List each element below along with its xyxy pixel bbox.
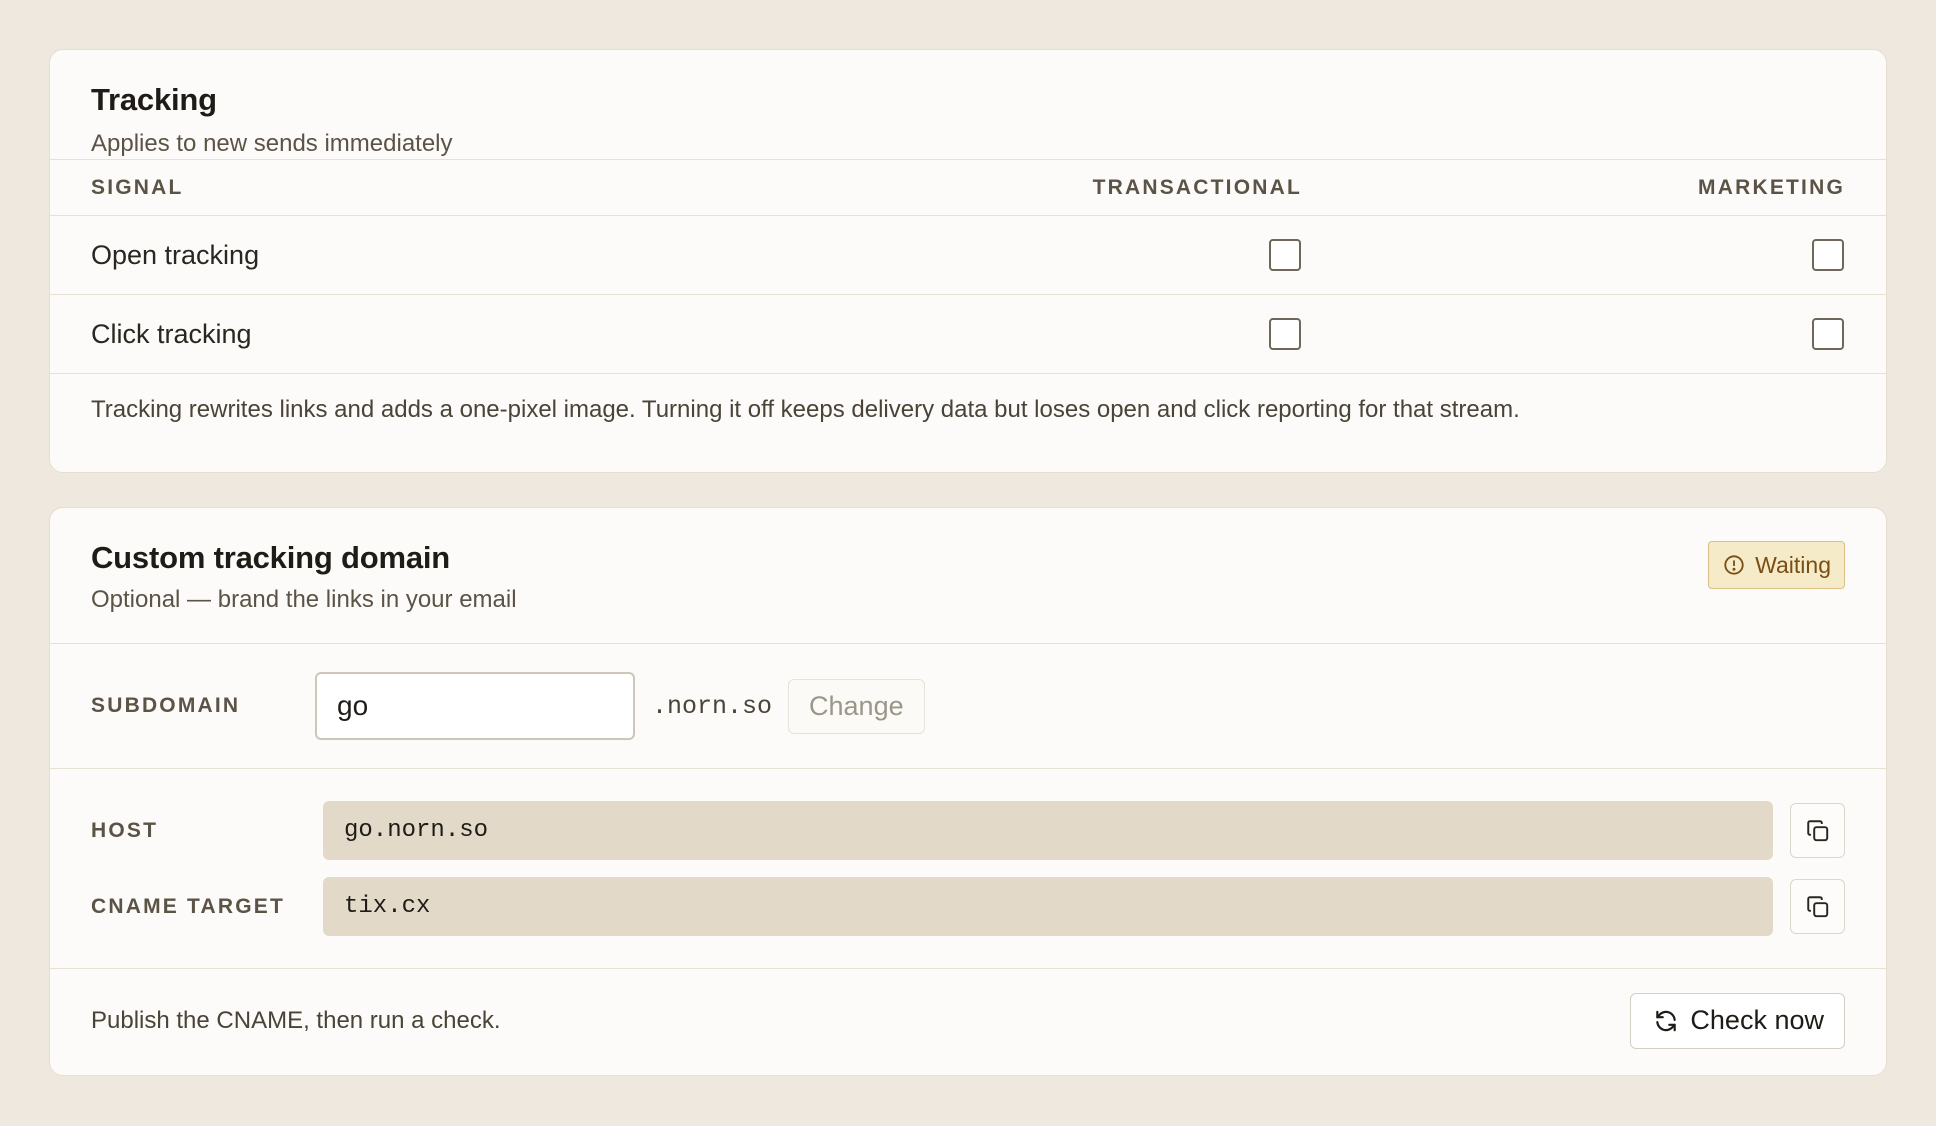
subdomain-row: SUBDOMAIN .norn.so Change: [50, 643, 1886, 768]
custom-domain-footer: Publish the CNAME, then run a check. Che…: [50, 968, 1886, 1072]
copy-host-button[interactable]: [1790, 803, 1845, 858]
row-label: Open tracking: [91, 239, 260, 270]
check-now-label: Check now: [1690, 1005, 1824, 1035]
custom-domain-title: Custom tracking domain: [91, 540, 451, 575]
open-tracking-marketing-checkbox[interactable]: [1812, 239, 1844, 271]
tracking-table-header: SIGNAL TRANSACTIONAL MARKETING: [50, 159, 1886, 215]
column-header-marketing: MARKETING: [1698, 175, 1845, 199]
record-label: CNAME TARGET: [91, 894, 286, 918]
alert-circle-icon: [1724, 555, 1744, 575]
transactional-cell: [1042, 318, 1302, 350]
table-row-open-tracking: Open tracking: [50, 215, 1886, 294]
transactional-cell: [1042, 239, 1302, 271]
custom-domain-subtitle: Optional — brand the links in your email: [91, 586, 517, 613]
tracking-title: Tracking: [91, 82, 217, 117]
click-tracking-transactional-checkbox[interactable]: [1269, 318, 1301, 350]
refresh-icon: [1656, 1010, 1677, 1031]
click-tracking-marketing-checkbox[interactable]: [1812, 318, 1844, 350]
tracking-header: Tracking Applies to new sends immediatel…: [50, 50, 1886, 159]
custom-domain-header: Custom tracking domain Optional — brand …: [50, 508, 1886, 643]
marketing-cell: [1302, 239, 1845, 271]
tracking-card: Tracking Applies to new sends immediatel…: [49, 49, 1887, 473]
row-label: Click tracking: [91, 318, 252, 349]
status-badge: Waiting: [1708, 541, 1845, 589]
change-button[interactable]: Change: [788, 678, 925, 734]
host-value: go.norn.so: [323, 801, 1773, 860]
copy-icon: [1806, 895, 1828, 917]
footer-text: Publish the CNAME, then run a check.: [91, 1006, 501, 1034]
subdomain-input[interactable]: [315, 672, 635, 740]
copy-cname-button[interactable]: [1790, 879, 1845, 934]
page: Tracking Applies to new sends immediatel…: [0, 0, 1936, 1126]
record-row-host: HOST go.norn.so: [91, 801, 1845, 860]
open-tracking-transactional-checkbox[interactable]: [1269, 239, 1301, 271]
subdomain-label: SUBDOMAIN: [91, 694, 241, 717]
marketing-cell: [1302, 318, 1845, 350]
record-label: HOST: [91, 818, 159, 842]
dns-records: HOST go.norn.so CNAME TARGET tix.cx: [50, 768, 1886, 968]
subdomain-suffix: .norn.so: [652, 691, 773, 721]
tracking-subtitle: Applies to new sends immediately: [91, 130, 453, 157]
status-badge-label: Waiting: [1755, 551, 1831, 578]
copy-icon: [1806, 819, 1828, 841]
column-header-transactional: TRANSACTIONAL: [1092, 175, 1302, 199]
custom-domain-card: Custom tracking domain Optional — brand …: [49, 507, 1887, 1076]
table-row-click-tracking: Click tracking: [50, 294, 1886, 373]
cname-target-value: tix.cx: [323, 877, 1773, 936]
tracking-note: Tracking rewrites links and adds a one-p…: [50, 373, 1886, 424]
column-header-signal: SIGNAL: [91, 175, 184, 199]
record-row-cname: CNAME TARGET tix.cx: [91, 877, 1845, 936]
check-now-button[interactable]: Check now: [1630, 992, 1845, 1049]
